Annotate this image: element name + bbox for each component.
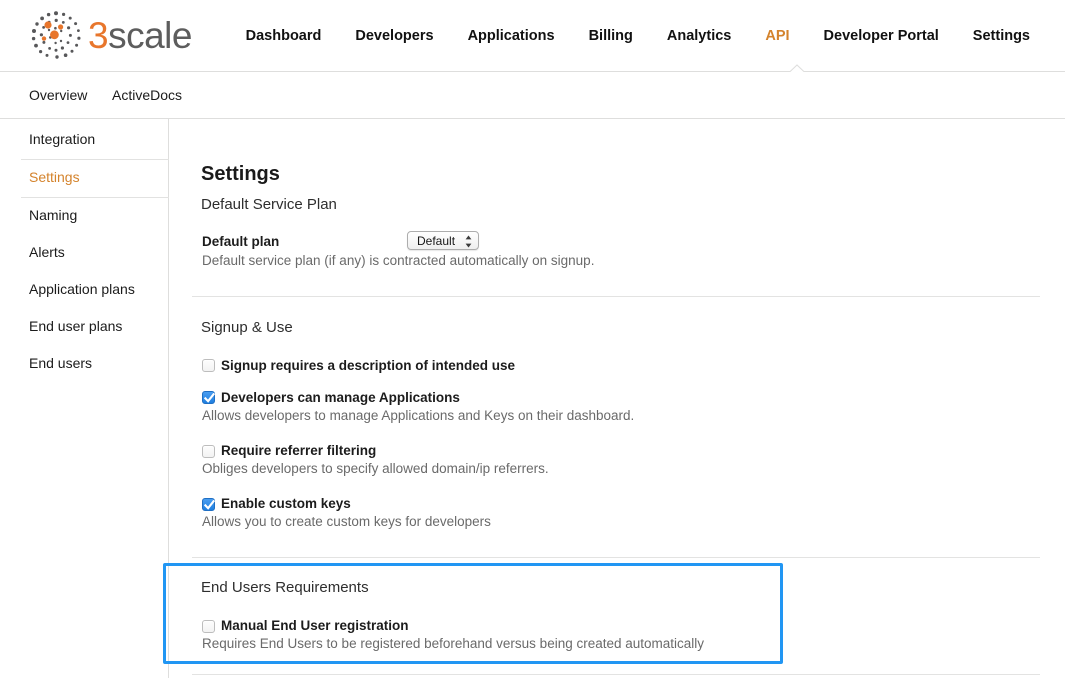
checkbox-enable-custom-keys[interactable] — [202, 498, 215, 511]
nav-item-billing[interactable]: Billing — [572, 0, 650, 72]
main-navigation: Dashboard Developers Applications Billin… — [229, 0, 1047, 72]
sidebar-item-end-user-plans[interactable]: End user plans — [0, 309, 169, 346]
nav-item-developers[interactable]: Developers — [338, 0, 450, 72]
brand-logo[interactable]: 3scale — [30, 6, 192, 64]
section-title-end-users-requirements: End Users Requirements — [201, 579, 369, 596]
field-help-default-plan: Default service plan (if any) is contrac… — [202, 253, 595, 268]
sub-navigation: Overview ActiveDocs — [0, 72, 1065, 119]
checkbox-help-manual-end-user-registration: Requires End Users to be registered befo… — [202, 636, 705, 651]
checkbox-label-enable-custom-keys: Enable custom keys — [221, 496, 351, 511]
default-plan-select-value: Default — [417, 234, 456, 248]
dot-cluster-icon — [31, 11, 81, 59]
page-title: Settings — [201, 163, 280, 186]
section-divider-2 — [192, 557, 1040, 558]
nav-item-applications[interactable]: Applications — [451, 0, 572, 72]
sidebar: Integration Settings Naming Alerts Appli… — [0, 119, 169, 678]
sidebar-item-label: End users — [29, 355, 93, 371]
sidebar-item-label: Application plans — [29, 281, 135, 297]
logo-text-scale: scale — [108, 14, 192, 56]
brand-wordmark: 3scale — [88, 17, 192, 54]
main-content: Settings Default Service Plan Default pl… — [163, 119, 1065, 678]
checkmark-icon — [204, 500, 215, 510]
checkbox-label-signup-requires-description: Signup requires a description of intende… — [221, 358, 516, 373]
app-page: 3scale Dashboard Developers Applications… — [0, 0, 1065, 678]
sidebar-item-label: End user plans — [29, 318, 123, 334]
sidebar-item-integration[interactable]: Integration — [0, 122, 169, 159]
checkbox-manual-end-user-registration[interactable] — [202, 620, 215, 633]
checkbox-developers-can-manage-applications[interactable] — [202, 391, 215, 404]
section-title-signup-and-use: Signup & Use — [201, 319, 293, 336]
sidebar-item-naming[interactable]: Naming — [0, 198, 169, 235]
checkmark-icon — [204, 393, 215, 403]
sidebar-item-label: Alerts — [29, 244, 65, 260]
checkbox-help-enable-custom-keys: Allows you to create custom keys for dev… — [202, 514, 491, 529]
top-header: 3scale Dashboard Developers Applications… — [0, 0, 1065, 73]
checkbox-signup-requires-description[interactable] — [202, 359, 215, 372]
section-divider-1 — [192, 296, 1040, 297]
default-plan-select[interactable]: Default — [407, 231, 479, 250]
checkbox-label-require-referrer-filtering: Require referrer filtering — [221, 443, 377, 458]
nav-item-settings[interactable]: Settings — [956, 0, 1047, 72]
nav-item-analytics[interactable]: Analytics — [650, 0, 748, 72]
section-title-default-service-plan: Default Service Plan — [201, 196, 337, 213]
sidebar-item-application-plans[interactable]: Application plans — [0, 272, 169, 309]
sidebar-item-label: Naming — [29, 207, 78, 223]
nav-item-dashboard[interactable]: Dashboard — [229, 0, 339, 72]
sidebar-item-label: Integration — [29, 131, 96, 147]
sidebar-item-settings[interactable]: Settings — [0, 160, 170, 197]
checkbox-require-referrer-filtering[interactable] — [202, 445, 215, 458]
checkbox-help-require-referrer-filtering: Obliges developers to specify allowed do… — [202, 461, 549, 476]
checkbox-label-manual-end-user-registration: Manual End User registration — [221, 618, 409, 633]
nav-item-developer-portal[interactable]: Developer Portal — [807, 0, 956, 72]
select-updown-arrows-icon — [465, 235, 472, 248]
field-label-default-plan: Default plan — [202, 234, 280, 249]
subnav-item-activedocs[interactable]: ActiveDocs — [112, 72, 182, 119]
sidebar-item-alerts[interactable]: Alerts — [0, 235, 169, 272]
sidebar-item-label: Settings — [29, 169, 80, 185]
subnav-item-overview[interactable]: Overview — [29, 72, 87, 119]
checkbox-help-developers-can-manage-applications: Allows developers to manage Applications… — [202, 408, 635, 423]
section-divider-3 — [192, 674, 1040, 675]
logo-text-3: 3 — [88, 14, 109, 56]
checkbox-label-developers-can-manage-applications: Developers can manage Applications — [221, 390, 460, 405]
sidebar-item-end-users[interactable]: End users — [0, 346, 169, 383]
